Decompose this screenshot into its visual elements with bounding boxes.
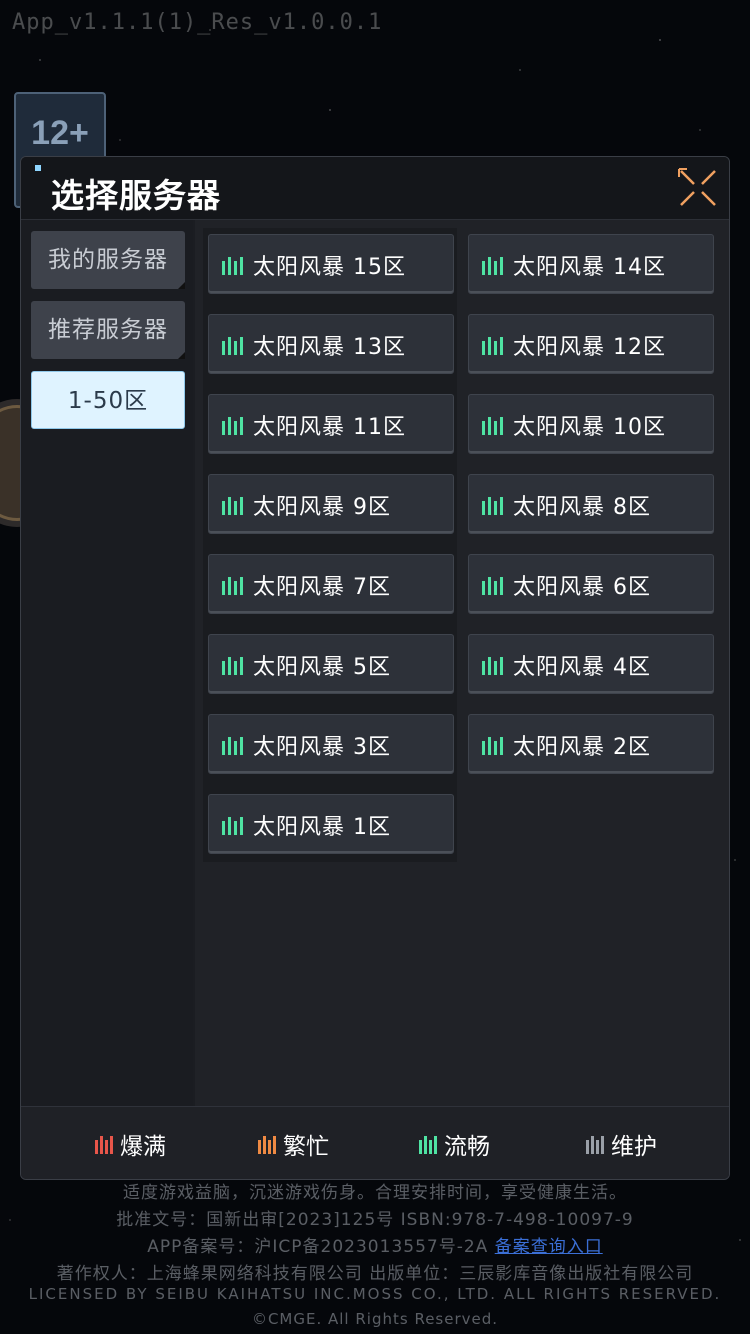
server-item[interactable]: 太阳风暴 13区 bbox=[208, 314, 454, 374]
signal-icon bbox=[482, 257, 503, 275]
server-name: 太阳风暴 1区 bbox=[253, 815, 391, 840]
signal-icon bbox=[222, 337, 243, 355]
legend-busy: 繁忙 bbox=[257, 1127, 329, 1161]
signal-icon bbox=[482, 497, 503, 515]
license-notice: LICENSED BY SEIBU KAIHATSU INC.MOSS CO.,… bbox=[28, 1285, 722, 1303]
legend-smooth-label: 流畅 bbox=[444, 1134, 490, 1160]
server-name: 太阳风暴 14区 bbox=[513, 255, 666, 280]
title-decor-dot bbox=[35, 165, 41, 171]
signal-smooth-icon bbox=[419, 1136, 437, 1154]
tab-zone-1-50[interactable]: 1-50区 bbox=[31, 371, 185, 429]
server-item[interactable]: 太阳风暴 12区 bbox=[468, 314, 714, 374]
server-name: 太阳风暴 4区 bbox=[513, 655, 651, 680]
server-item[interactable]: 太阳风暴 10区 bbox=[468, 394, 714, 454]
server-name: 太阳风暴 13区 bbox=[253, 335, 406, 360]
signal-icon bbox=[222, 817, 243, 835]
tab-recommended-servers[interactable]: 推荐服务器 bbox=[31, 301, 185, 359]
server-item[interactable]: 太阳风暴 15区 bbox=[208, 234, 454, 294]
server-item[interactable]: 太阳风暴 2区 bbox=[468, 714, 714, 774]
status-legend-bar: 爆满 繁忙 流畅 维护 bbox=[21, 1106, 729, 1179]
server-name: 太阳风暴 12区 bbox=[513, 335, 666, 360]
tab-my-servers[interactable]: 我的服务器 bbox=[31, 231, 185, 289]
server-item[interactable]: 太阳风暴 5区 bbox=[208, 634, 454, 694]
server-item[interactable]: 太阳风暴 8区 bbox=[468, 474, 714, 534]
signal-icon bbox=[222, 577, 243, 595]
server-name: 太阳风暴 7区 bbox=[253, 575, 391, 600]
icp-record-text: APP备案号：沪ICP备2023013557号-2A bbox=[147, 1237, 489, 1257]
health-notice: 适度游戏益脑，沉迷游戏伤身。合理安排时间，享受健康生活。 bbox=[123, 1183, 627, 1203]
server-item[interactable]: 太阳风暴 9区 bbox=[208, 474, 454, 534]
signal-maintenance-icon bbox=[586, 1136, 604, 1154]
signal-icon bbox=[482, 657, 503, 675]
signal-icon bbox=[482, 417, 503, 435]
legend-maintenance: 维护 bbox=[585, 1127, 657, 1161]
server-item[interactable]: 太阳风暴 3区 bbox=[208, 714, 454, 774]
signal-icon bbox=[222, 257, 243, 275]
legend-busy-label: 繁忙 bbox=[283, 1134, 329, 1160]
close-icon bbox=[678, 168, 716, 206]
server-name: 太阳风暴 3区 bbox=[253, 735, 391, 760]
server-name: 太阳风暴 10区 bbox=[513, 415, 666, 440]
server-item[interactable]: 太阳风暴 14区 bbox=[468, 234, 714, 294]
server-list-panel: 太阳风暴 15区 太阳风暴 14区太阳风暴 13区 太阳风暴 12区太阳风暴 11区… bbox=[195, 220, 729, 1107]
server-name: 太阳风暴 6区 bbox=[513, 575, 651, 600]
age-rating-text: 12+ bbox=[31, 114, 89, 152]
legend-full-label: 爆满 bbox=[120, 1134, 166, 1160]
dialog-title: 选择服务器 bbox=[51, 176, 221, 215]
signal-icon bbox=[222, 657, 243, 675]
icp-record: APP备案号：沪ICP备2023013557号-2A 备案查询入口 bbox=[0, 1232, 750, 1257]
signal-icon bbox=[482, 577, 503, 595]
server-item[interactable]: 太阳风暴 7区 bbox=[208, 554, 454, 614]
server-name: 太阳风暴 9区 bbox=[253, 495, 391, 520]
version-label: App_v1.1.1(1)_Res_v1.0.0.1 bbox=[12, 10, 383, 35]
signal-icon bbox=[222, 417, 243, 435]
server-name: 太阳风暴 8区 bbox=[513, 495, 651, 520]
signal-icon bbox=[222, 497, 243, 515]
close-button[interactable] bbox=[677, 167, 719, 209]
server-name: 太阳风暴 15区 bbox=[253, 255, 406, 280]
approval-number: 批准文号：国新出审[2023]125号 ISBN:978-7-498-10097… bbox=[116, 1210, 634, 1230]
signal-icon bbox=[482, 337, 503, 355]
server-item[interactable]: 太阳风暴 1区 bbox=[208, 794, 454, 854]
server-item[interactable]: 太阳风暴 11区 bbox=[208, 394, 454, 454]
legend-maintenance-label: 维护 bbox=[611, 1134, 657, 1160]
legend-smooth: 流畅 bbox=[418, 1127, 490, 1161]
server-name: 太阳风暴 11区 bbox=[253, 415, 406, 440]
signal-icon bbox=[482, 737, 503, 755]
cmge-copyright: ©CMGE. All Rights Reserved. bbox=[251, 1310, 499, 1328]
signal-busy-icon bbox=[258, 1136, 276, 1154]
server-name: 太阳风暴 2区 bbox=[513, 735, 651, 760]
dialog-header: 选择服务器 bbox=[21, 157, 729, 220]
legend-full: 爆满 bbox=[94, 1127, 166, 1161]
server-category-sidebar: 我的服务器 推荐服务器 1-50区 bbox=[21, 220, 193, 1107]
server-item[interactable]: 太阳风暴 6区 bbox=[468, 554, 714, 614]
record-query-link[interactable]: 备案查询入口 bbox=[495, 1237, 603, 1257]
server-select-dialog: 选择服务器 我的服务器 推荐服务器 1-50区 太阳风暴 15区 太阳风暴 14区… bbox=[20, 156, 730, 1180]
signal-full-icon bbox=[95, 1136, 113, 1154]
signal-icon bbox=[222, 737, 243, 755]
server-name: 太阳风暴 5区 bbox=[253, 655, 391, 680]
server-item[interactable]: 太阳风暴 4区 bbox=[468, 634, 714, 694]
copyright-publisher: 著作权人：上海蜂果网络科技有限公司 出版单位：三辰影库音像出版社有限公司 bbox=[56, 1264, 694, 1284]
